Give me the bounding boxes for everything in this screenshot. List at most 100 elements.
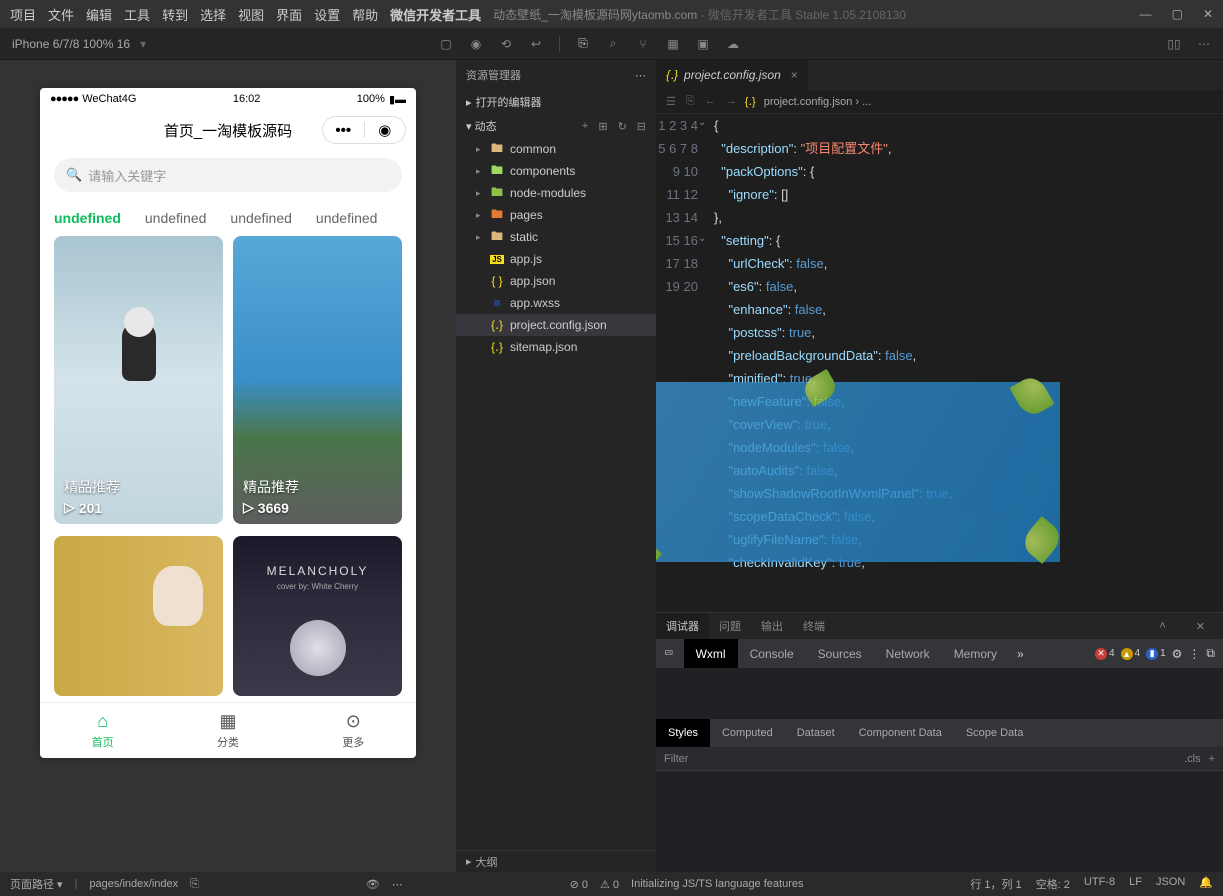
cloud-icon[interactable]: ☁ [726,37,740,51]
menu-item[interactable]: 转到 [162,5,188,24]
tab-scopedata[interactable]: Scope Data [954,719,1035,747]
wallpaper-card[interactable] [54,536,223,696]
indent[interactable]: 空格: 2 [1036,876,1070,892]
editor-tab[interactable]: {․} project.config.json × [656,60,808,90]
fold-icon[interactable]: ⌄ [698,117,706,128]
fold-icon[interactable]: ⌄ [698,233,706,244]
device-label[interactable]: iPhone 6/7/8 100% 16 [12,37,130,51]
close-icon[interactable]: ✕ [1186,613,1215,639]
more-icon[interactable]: ⋯ [635,69,646,82]
git-icon[interactable]: ⑂ [636,37,650,51]
gear-icon[interactable]: ⚙ [1172,647,1183,661]
wallpaper-card[interactable]: 精品推荐▷201 [54,236,223,524]
folder-item[interactable]: ▸🖿components [456,160,656,182]
tab-item[interactable]: undefined [145,210,207,226]
folder-item[interactable]: ▸🖿pages [456,204,656,226]
opened-editors[interactable]: ▸打开的编辑器 [456,90,656,114]
cls-toggle[interactable]: .cls [1184,753,1201,765]
capsule-close-icon[interactable]: ◉ [365,121,406,139]
back-icon[interactable]: ⟲ [499,37,513,51]
file-item[interactable]: {․}project.config.json [456,314,656,336]
arrow-right-icon[interactable]: → [726,95,737,108]
menu-item[interactable]: 选择 [200,5,226,24]
menu-item[interactable]: 文件 [48,5,74,24]
chevron-down-icon[interactable]: ▾ [140,37,146,51]
menu-item[interactable]: 工具 [124,5,150,24]
breadcrumb-text[interactable]: project.config.json › ... [764,96,872,108]
copy-icon[interactable]: ⎘ [190,878,199,891]
encoding[interactable]: UTF-8 [1084,876,1115,892]
cursor-pos[interactable]: 行 1，列 1 [970,876,1021,892]
tab-item[interactable]: undefined [54,210,121,226]
menu-item[interactable]: 微信开发者工具 [390,5,481,24]
project-root[interactable]: ▾ 动态 + ⊞ ↻ ⊟ [456,114,656,138]
wallpaper-card[interactable]: MELANCHOLY cover by: White Cherry [233,536,402,696]
more-icon[interactable]: ⋯ [392,878,403,891]
code-editor[interactable]: 1 2 3 4 5 6 7 8 9 10 11 12 13 14 15 16 1… [656,114,1223,574]
filter-input[interactable]: Filter [664,753,688,765]
new-folder-icon[interactable]: ⊞ [598,120,607,133]
lang[interactable]: JSON [1156,876,1185,892]
add-icon[interactable]: + [1209,753,1215,765]
eol[interactable]: LF [1129,876,1142,892]
error-count[interactable]: ⊘ 0 [570,878,588,891]
ext-icon[interactable]: ▦ [666,37,680,51]
tab-output[interactable]: 输出 [751,613,793,639]
folder-item[interactable]: ▸🖿static [456,226,656,248]
menu-item[interactable]: 设置 [314,5,340,24]
tab-network[interactable]: Network [874,639,942,668]
dock-icon[interactable]: ⧉ [1206,646,1215,661]
tab-close-icon[interactable]: × [791,68,798,82]
tab-sources[interactable]: Sources [806,639,874,668]
tab-compdata[interactable]: Component Data [847,719,954,747]
folder-item[interactable]: ▸🖿node-modules [456,182,656,204]
arrow-left-icon[interactable]: ← [705,95,716,108]
tab-memory[interactable]: Memory [942,639,1009,668]
record-icon[interactable]: ◉ [469,37,483,51]
maximize-icon[interactable]: ▢ [1172,7,1183,21]
collapse-icon[interactable]: ⊟ [637,120,646,133]
menu-item[interactable]: 视图 [238,5,264,24]
more-icon[interactable]: ⋯ [1197,37,1211,51]
file-item[interactable]: ≡app.wxss [456,292,656,314]
chevron-up-icon[interactable]: ˄ [1149,613,1175,639]
tab-item[interactable]: undefined [230,210,292,226]
forward-icon[interactable]: ↩ [529,37,543,51]
tab-wxml[interactable]: Wxml [684,639,738,668]
page-path-label[interactable]: 页面路径 ▾ [10,876,63,892]
file-item[interactable]: {․}sitemap.json [456,336,656,358]
more-icon[interactable]: ⋮ [1188,647,1200,661]
ext2-icon[interactable]: ▣ [696,37,710,51]
tab-dataset[interactable]: Dataset [785,719,847,747]
tab-item[interactable]: undefined [316,210,378,226]
list-icon[interactable]: ☰ [666,95,676,108]
square-icon[interactable]: ▢ [439,37,453,51]
close-icon[interactable]: ✕ [1203,7,1213,21]
bell-icon[interactable]: 🔔 [1199,876,1213,892]
tab-styles[interactable]: Styles [656,719,710,747]
minimize-icon[interactable]: — [1140,7,1152,21]
tab-computed[interactable]: Computed [710,719,785,747]
page-path[interactable]: pages/index/index [89,878,178,890]
new-file-icon[interactable]: + [582,120,588,133]
tab-debugger[interactable]: 调试器 [656,613,709,639]
nav-home[interactable]: ⌂首页 [40,703,165,758]
wallpaper-card[interactable]: 精品推荐▷3669 [233,236,402,524]
menu-item[interactable]: 界面 [276,5,302,24]
refresh-icon[interactable]: ↻ [618,120,627,133]
search-icon[interactable]: ⌕ [606,37,620,51]
search-input[interactable]: 🔍 请输入关键字 [54,158,402,192]
nav-more[interactable]: ⊙更多 [291,703,416,758]
menu-item[interactable]: 项目 [10,5,36,24]
capsule-menu-icon[interactable]: ••• [323,122,364,139]
warn-count[interactable]: ⚠ 0 [600,878,619,891]
tab-console[interactable]: Console [738,639,806,668]
menu-item[interactable]: 帮助 [352,5,378,24]
nav-category[interactable]: ▦分类 [165,703,290,758]
tab-terminal[interactable]: 终端 [793,613,835,639]
tab-problems[interactable]: 问题 [709,613,751,639]
file-item[interactable]: { }app.json [456,270,656,292]
menu-item[interactable]: 编辑 [86,5,112,24]
panel-icon[interactable]: ▯▯ [1167,37,1181,51]
bookmark-icon[interactable]: ⎘ [686,95,695,108]
